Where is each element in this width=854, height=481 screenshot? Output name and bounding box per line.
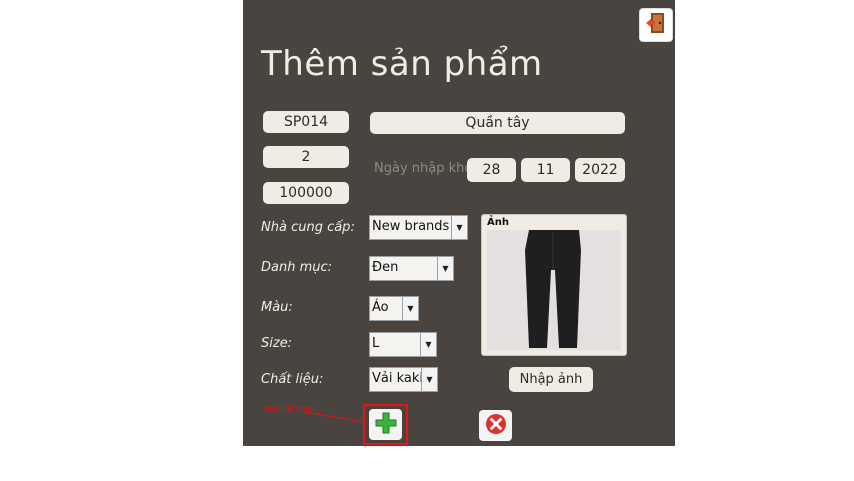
year-field[interactable]: 2022 xyxy=(575,158,625,182)
cancel-button[interactable] xyxy=(479,410,512,441)
size-select[interactable]: L ▼ xyxy=(369,332,437,357)
add-product-panel: Thêm sản phẩm SP014 2 100000 Quần tây Ng… xyxy=(243,0,675,446)
product-name-field[interactable]: Quần tây xyxy=(370,112,625,134)
month-field[interactable]: 11 xyxy=(521,158,570,182)
image-panel: Ảnh xyxy=(481,214,627,356)
quantity-field[interactable]: 2 xyxy=(263,146,349,168)
price-field[interactable]: 100000 xyxy=(263,182,349,204)
import-image-button[interactable]: Nhập ảnh xyxy=(509,367,593,392)
exit-button[interactable] xyxy=(639,8,673,42)
category-label: Danh mục: xyxy=(261,260,333,275)
chevron-down-icon[interactable]: ▼ xyxy=(420,333,436,356)
chevron-down-icon[interactable]: ▼ xyxy=(421,368,437,391)
add-button[interactable] xyxy=(369,409,402,440)
trousers-image xyxy=(487,230,621,350)
category-select-value: Đen xyxy=(370,257,437,280)
size-select-value: L xyxy=(370,333,420,356)
color-select-value: Áo xyxy=(370,297,402,320)
page-title: Thêm sản phẩm xyxy=(261,44,543,84)
material-label: Chất liệu: xyxy=(261,372,324,387)
x-icon xyxy=(484,412,508,440)
material-select-value: Vải kaki xyxy=(370,368,421,391)
supplier-label: Nhà cung cấp: xyxy=(261,220,355,235)
product-id-field[interactable]: SP014 xyxy=(263,111,349,133)
day-field[interactable]: 28 xyxy=(467,158,516,182)
plus-icon xyxy=(374,411,398,439)
color-label: Màu: xyxy=(261,300,293,315)
product-image xyxy=(487,230,621,350)
category-select[interactable]: Đen ▼ xyxy=(369,256,454,281)
add-button-highlight xyxy=(363,404,408,445)
color-select[interactable]: Áo ▼ xyxy=(369,296,419,321)
chevron-down-icon[interactable]: ▼ xyxy=(402,297,418,320)
chevron-down-icon[interactable]: ▼ xyxy=(451,216,467,239)
supplier-select-value: New brands xyxy=(370,216,451,239)
material-select[interactable]: Vải kaki ▼ xyxy=(369,367,438,392)
annotation-arrow xyxy=(304,411,364,423)
date-label: Ngày nhập kho xyxy=(374,161,473,176)
size-label: Size: xyxy=(261,336,293,351)
door-exit-icon xyxy=(644,11,668,39)
supplier-select[interactable]: New brands ▼ xyxy=(369,215,468,240)
image-label: Ảnh xyxy=(487,217,509,228)
chevron-down-icon[interactable]: ▼ xyxy=(437,257,453,280)
